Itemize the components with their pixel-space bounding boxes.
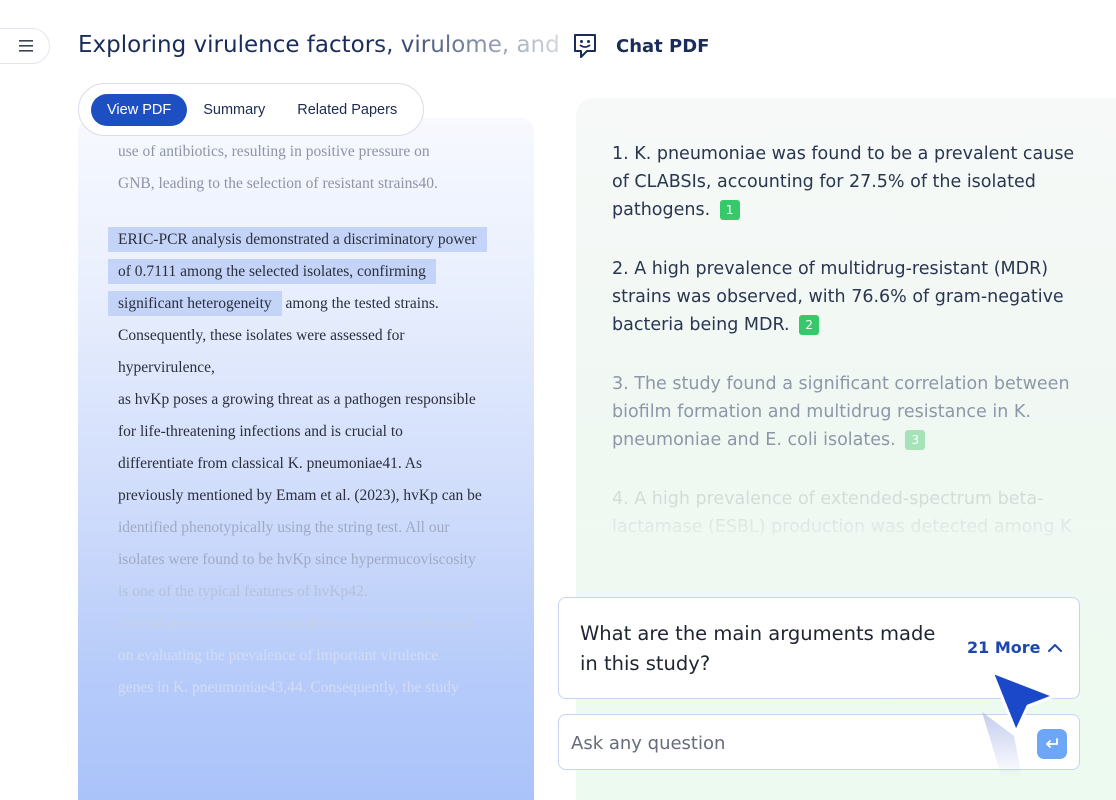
citation-badge[interactable]: 1 (719, 200, 740, 220)
pdf-viewer-panel: use of antibiotics, resulting in positiv… (78, 118, 534, 800)
pdf-line: use of antibiotics, resulting in positiv… (118, 143, 430, 160)
send-button[interactable] (1037, 729, 1067, 759)
more-questions-label: 21 More (967, 638, 1041, 657)
tab-related-papers[interactable]: Related Papers (281, 94, 413, 126)
pdf-line: identified phenotypically using the stri… (118, 519, 450, 536)
answer-text: 1. K. pneumoniae was found to be a preva… (612, 144, 1075, 220)
menu-button[interactable] (0, 28, 50, 64)
pdf-line: on evaluating the prevalence of importan… (118, 647, 439, 664)
answer-item: 3. The study found a significant correla… (612, 370, 1092, 454)
ask-question-input[interactable] (571, 727, 991, 759)
pdf-line-rest: among the tested strains. (281, 295, 439, 312)
pdf-line: isolates were found to be hvKp since hyp… (118, 551, 476, 568)
pdf-line: ERIC-PCR analysis demonstrated a discrim… (108, 224, 518, 256)
suggested-question-card[interactable]: What are the main arguments made in this… (558, 597, 1080, 699)
answer-item: 4. A high prevalence of extended-spectru… (612, 485, 1092, 541)
enter-icon (1046, 738, 1058, 748)
chevron-up-icon (1047, 643, 1062, 652)
pdf-line: GNB, leading to the selection of resista… (118, 175, 438, 192)
chat-bubble-icon (574, 34, 596, 58)
pdf-line: differentiate from classical K. pneumoni… (118, 455, 423, 472)
citation-badge[interactable]: 2 (799, 315, 820, 335)
answer-text: 3. The study found a significant correla… (612, 374, 1070, 450)
pdf-line: Several previous studies from different … (118, 615, 473, 632)
pdf-line: significant heterogeneity among the test… (108, 288, 518, 320)
pdf-line: previously mentioned by Emam et al. (202… (118, 487, 482, 504)
highlighted-text[interactable]: of 0.7111 among the selected isolates, c… (108, 259, 436, 284)
ask-box (558, 714, 1080, 770)
pdf-line: is one of the typical features of hvKp42… (118, 583, 368, 600)
tab-summary[interactable]: Summary (187, 94, 281, 126)
answer-text: 4. A high prevalence of extended-spectru… (612, 489, 1072, 537)
highlighted-text[interactable]: significant heterogeneity (108, 291, 282, 316)
pdf-line: of 0.7111 among the selected isolates, c… (108, 256, 518, 288)
pdf-line: for life-threatening infections and is c… (118, 423, 403, 440)
chat-title: Chat PDF (616, 35, 710, 57)
pdf-line: as hvKp poses a growing threat as a path… (118, 391, 476, 408)
answer-item: 1. K. pneumoniae was found to be a preva… (612, 140, 1092, 224)
pdf-line: hypervirulence, (118, 359, 215, 376)
more-questions-button[interactable]: 21 More (967, 638, 1063, 657)
highlighted-text[interactable]: ERIC-PCR analysis demonstrated a discrim… (108, 227, 487, 252)
pdf-line: genes in K. pneumoniae43,44. Consequentl… (118, 679, 459, 696)
pdf-line: Consequently, these isolates were assess… (118, 327, 405, 344)
tab-view-pdf[interactable]: View PDF (91, 93, 188, 126)
answer-list: 1. K. pneumoniae was found to be a preva… (612, 140, 1092, 572)
hamburger-icon (19, 40, 33, 52)
view-tabs: View PDF Summary Related Papers (78, 83, 424, 136)
answer-item: 2. A high prevalence of multidrug-resist… (612, 255, 1092, 339)
chat-header: Chat PDF (572, 32, 709, 60)
answer-text: 2. A high prevalence of multidrug-resist… (612, 259, 1064, 335)
document-title: Exploring virulence factors, virulome, a… (78, 32, 568, 58)
suggested-question[interactable]: What are the main arguments made in this… (580, 619, 950, 679)
citation-badge[interactable]: 3 (905, 430, 926, 450)
pdf-text: use of antibiotics, resulting in positiv… (108, 136, 518, 704)
